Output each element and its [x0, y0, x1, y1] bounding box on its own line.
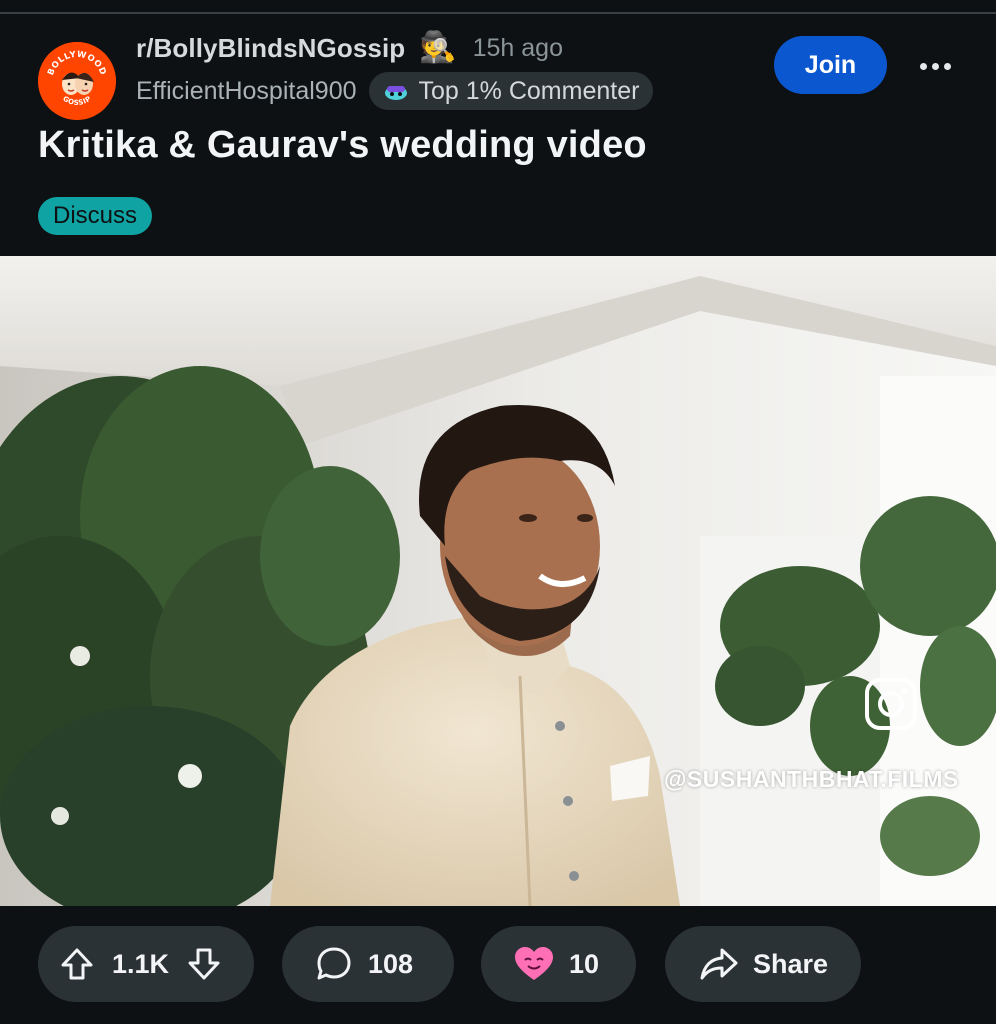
post-header: BOLLYWOOD GOSSIP r/BollyBlindsNGossip 🕵️…: [0, 14, 996, 254]
vote-control: 1.1K: [38, 926, 254, 1002]
subreddit-logo: BOLLYWOOD GOSSIP: [38, 42, 116, 120]
share-label: Share: [753, 948, 829, 979]
subreddit-name[interactable]: r/BollyBlindsNGossip: [136, 33, 405, 64]
post-action-bar: 1.1K 108 10 Share: [0, 906, 996, 1024]
video-frame: [0, 256, 996, 906]
subreddit-row: r/BollyBlindsNGossip 🕵️ 15h ago: [136, 30, 563, 66]
vote-count: 1.1K: [112, 948, 170, 979]
comment-icon: [317, 947, 351, 980]
post-video[interactable]: @SUSHANTHBHAT.FILMS: [0, 256, 996, 906]
post-title[interactable]: Kritika & Gaurav's wedding video: [38, 124, 647, 167]
join-button[interactable]: Join: [774, 36, 887, 94]
author-row: EfficientHospital900 Top 1% Commenter: [136, 71, 654, 111]
user-flair-badge: Top 1% Commenter: [368, 72, 654, 110]
upvote-icon[interactable]: [58, 945, 96, 983]
comment-count: 108: [368, 948, 414, 979]
video-watermark: @SUSHANTHBHAT.FILMS: [664, 766, 959, 792]
award-count: 10: [569, 948, 600, 979]
post-flair-tag[interactable]: Discuss: [38, 197, 153, 235]
author-username[interactable]: EfficientHospital900: [136, 77, 357, 106]
user-flair-label: Top 1% Commenter: [418, 76, 640, 105]
more-options-icon[interactable]: [912, 48, 958, 84]
post-time: 15h ago: [472, 33, 563, 62]
award-button[interactable]: 10: [481, 926, 636, 1002]
flair-icon: [384, 86, 407, 100]
share-icon: [700, 948, 738, 980]
downvote-icon[interactable]: [185, 945, 223, 983]
detective-emoji-icon: 🕵️: [419, 31, 457, 64]
comments-button[interactable]: 108: [282, 926, 454, 1002]
share-button[interactable]: Share: [665, 926, 861, 1002]
heart-award-icon: [515, 947, 553, 980]
instagram-icon: [865, 678, 917, 730]
subreddit-avatar[interactable]: BOLLYWOOD GOSSIP: [38, 42, 116, 120]
